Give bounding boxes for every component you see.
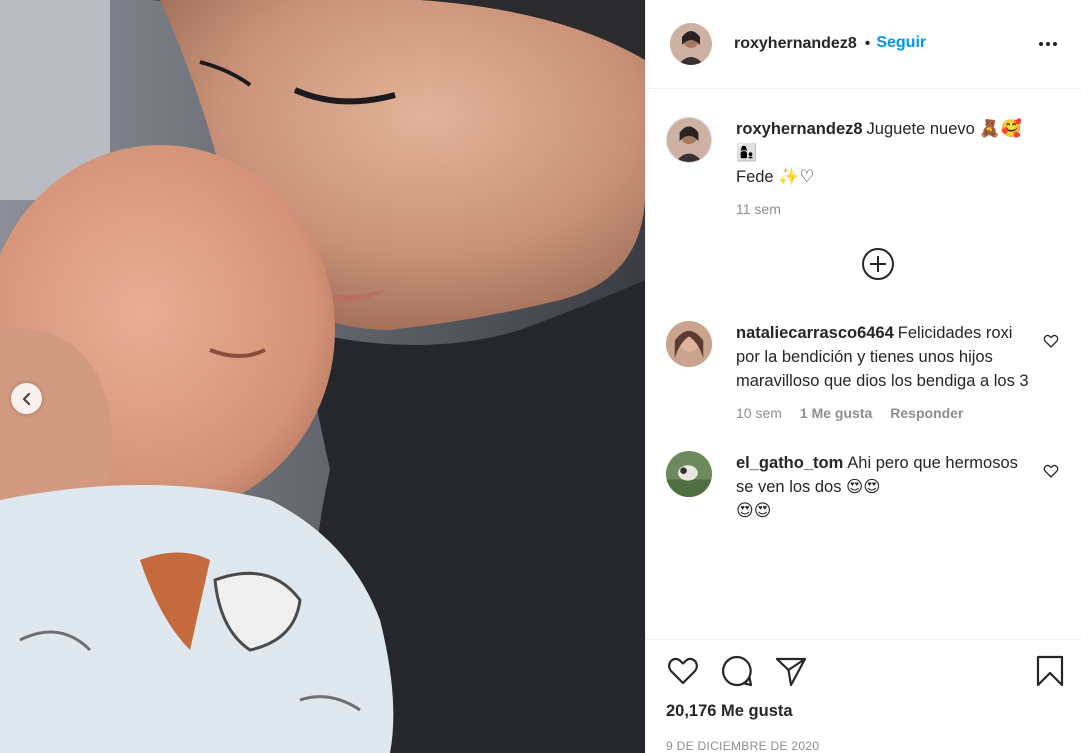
commenter-avatar[interactable]	[666, 451, 712, 497]
caption-emoji3: ✨♡	[778, 167, 815, 187]
carousel-prev-button[interactable]	[11, 383, 42, 414]
more-options-icon[interactable]	[1039, 42, 1057, 46]
post-dialog: roxyhernandez8 • Seguir roxyhernandez8 Ju…	[0, 0, 1081, 753]
post-date: 9 DE DICIEMBRE DE 2020	[666, 739, 820, 753]
post-actions: 20,176 Me gusta 9 DE DICIEMBRE DE 2020	[646, 639, 1081, 753]
comment-emoji: 😍😍	[736, 501, 772, 521]
post-header: roxyhernandez8 • Seguir	[646, 0, 1081, 89]
post-media[interactable]	[0, 0, 645, 753]
comment-text: el_gatho_tom Ahi pero que hermosos se ven…	[736, 451, 1031, 523]
commenter-avatar[interactable]	[666, 321, 712, 367]
action-icons	[666, 654, 1065, 688]
caption-text: roxyhernandez8 Juguete nuevo 🧸🥰 👩‍👦 Fede …	[736, 117, 1031, 189]
caption-line1: Juguete nuevo	[866, 120, 975, 138]
caption-emoji2: 👩‍👦	[736, 143, 758, 163]
caption-meta: 11 sem	[736, 201, 1031, 217]
reply-button[interactable]: Responder	[890, 405, 963, 421]
chevron-left-icon	[22, 392, 30, 405]
comment-likes[interactable]: 1 Me gusta	[800, 405, 872, 421]
comment-meta: 10 sem 1 Me gusta Responder	[736, 405, 1031, 421]
comment-heart-icon[interactable]	[1043, 333, 1059, 349]
comment-username[interactable]: el_gatho_tom	[736, 454, 843, 472]
caption-username[interactable]: roxyhernandez8	[736, 120, 863, 138]
separator-dot: •	[864, 35, 871, 52]
author-avatar[interactable]	[670, 23, 712, 65]
follow-button[interactable]: Seguir	[876, 34, 926, 52]
caption-time[interactable]: 11 sem	[736, 201, 781, 217]
comment-icon[interactable]	[720, 654, 754, 688]
share-icon[interactable]	[774, 654, 808, 688]
caption: roxyhernandez8 Juguete nuevo 🧸🥰 👩‍👦 Fede …	[666, 117, 1065, 217]
author-avatar-small[interactable]	[666, 117, 712, 163]
comment-body: nataliecarrasco6464 Felicidades roxi por …	[736, 321, 1065, 421]
post-side-panel: roxyhernandez8 • Seguir roxyhernandez8 Ju…	[645, 0, 1081, 753]
author-username[interactable]: roxyhernandez8	[734, 35, 857, 53]
comment-time[interactable]: 10 sem	[736, 405, 782, 421]
comment-body: el_gatho_tom Ahi pero que hermosos se ven…	[736, 451, 1065, 523]
load-more	[690, 247, 1065, 281]
bookmark-icon[interactable]	[1033, 654, 1067, 688]
caption-line2: Fede	[736, 168, 774, 186]
comment-item: nataliecarrasco6464 Felicidades roxi por …	[666, 321, 1065, 421]
add-circle-icon[interactable]	[861, 247, 895, 281]
post-photo	[0, 0, 645, 753]
caption-body: roxyhernandez8 Juguete nuevo 🧸🥰 👩‍👦 Fede …	[736, 117, 1065, 217]
likes-count[interactable]: 20,176 Me gusta	[666, 702, 1065, 721]
caption-emoji1: 🧸🥰	[979, 119, 1022, 139]
heart-icon[interactable]	[666, 654, 700, 688]
comment-item: el_gatho_tom Ahi pero que hermosos se ven…	[666, 451, 1065, 523]
comment-username[interactable]: nataliecarrasco6464	[736, 324, 894, 342]
comment-heart-icon[interactable]	[1043, 463, 1059, 479]
comments-list[interactable]: roxyhernandez8 Juguete nuevo 🧸🥰 👩‍👦 Fede …	[646, 89, 1081, 639]
comment-text: nataliecarrasco6464 Felicidades roxi por …	[736, 321, 1031, 393]
